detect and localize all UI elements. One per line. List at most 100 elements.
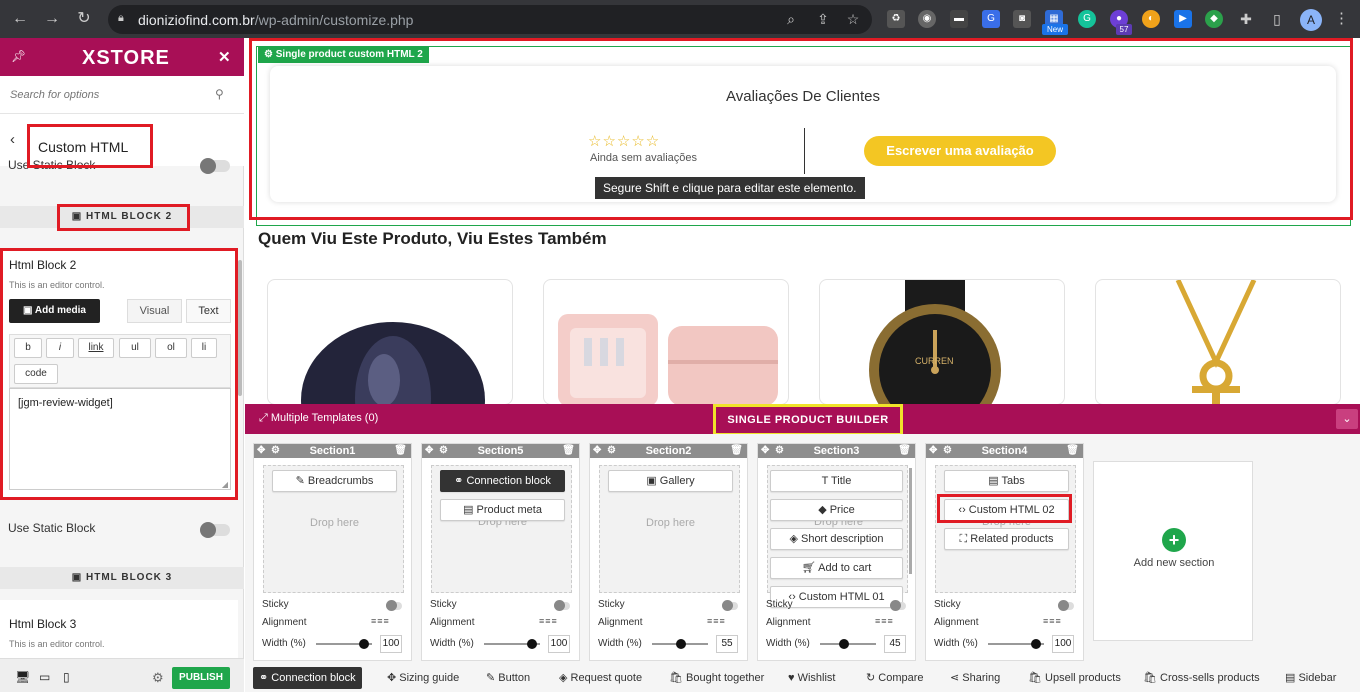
colorful-extension-icon[interactable]: ◆ <box>1205 10 1223 28</box>
trash-icon[interactable]: 🗑︎ <box>562 444 575 458</box>
width-input[interactable]: 100 <box>1052 635 1074 653</box>
sidepanel-icon[interactable]: ▯ <box>1268 10 1286 28</box>
video-extension-icon[interactable]: ▶ <box>1174 10 1192 28</box>
width-input[interactable]: 100 <box>548 635 570 653</box>
product-card-necklace[interactable] <box>1095 279 1341 405</box>
chat-extension-icon[interactable]: ▬ <box>950 10 968 28</box>
close-icon[interactable]: ✕ <box>218 48 231 66</box>
width-slider-knob[interactable] <box>358 639 369 649</box>
section-header[interactable]: ✥ ⚙ Section5 🗑︎ <box>422 444 579 458</box>
puzzle-extensions-icon[interactable]: ✚ <box>1237 10 1255 28</box>
width-slider-knob[interactable] <box>676 639 687 649</box>
footer-element-5[interactable]: ♥ Wishlist <box>782 667 841 689</box>
footer-element-9[interactable]: 🛍︎ Cross-sells products <box>1137 667 1266 689</box>
recycle-extension-icon[interactable]: ♻ <box>887 10 905 28</box>
pin-icon[interactable]: 📌︎ <box>11 49 26 63</box>
url-text[interactable]: dioniziofind.com.br/wp-admin/customize.p… <box>138 12 413 28</box>
desktop-preview-icon[interactable]: 🖥︎ <box>15 670 30 684</box>
builder-item[interactable]: ⚭ Connection block <box>440 470 565 492</box>
add-new-section-card[interactable]: + Add new section <box>1093 461 1253 641</box>
drop-zone[interactable]: Drop here ✎ Breadcrumbs <box>263 465 404 593</box>
footer-element-2[interactable]: ✎ Button <box>480 667 536 689</box>
menu-kebab-icon[interactable]: ⋮ <box>1334 9 1349 27</box>
move-icon[interactable]: ✥ <box>929 444 937 458</box>
footer-element-6[interactable]: ↻ Compare <box>860 667 930 689</box>
align-right-icon[interactable]: ≡ <box>1056 616 1062 626</box>
builder-item[interactable]: ⛶ Related products <box>944 528 1069 550</box>
builder-section-3[interactable]: ✥ ⚙ Section2 🗑︎ Drop here ▣ Gallery Sticky Alig… <box>589 443 748 661</box>
align-right-icon[interactable]: ≡ <box>720 616 726 626</box>
footer-element-4[interactable]: 🛍︎ Bought together <box>663 667 770 689</box>
gear-icon[interactable]: ⚙ <box>943 444 952 458</box>
align-right-icon[interactable]: ≡ <box>384 616 390 626</box>
section-header[interactable]: ✥ ⚙ Section2 🗑︎ <box>590 444 747 458</box>
trash-icon[interactable]: 🗑︎ <box>1066 444 1079 458</box>
sticky-toggle[interactable] <box>1058 600 1074 611</box>
trash-icon[interactable]: 🗑︎ <box>394 444 407 458</box>
footer-element-1[interactable]: ✥ Sizing guide <box>381 667 465 689</box>
drop-zone[interactable]: Drop here ▣ Gallery <box>599 465 740 593</box>
product-card-hat[interactable] <box>267 279 513 405</box>
width-slider-knob[interactable] <box>1030 639 1041 649</box>
footer-element-0[interactable]: ⚭ Connection block <box>253 667 362 689</box>
align-right-icon[interactable]: ≡ <box>552 616 558 626</box>
width-input[interactable]: 45 <box>884 635 906 653</box>
builder-section-2[interactable]: ✥ ⚙ Section5 🗑︎ Drop here ⚭ Connection block ▤… <box>421 443 580 661</box>
drop-zone[interactable]: Drop here ▤ Tabs ‹› Custom HTML 02 ⛶ Relate… <box>935 465 1076 593</box>
sticky-toggle[interactable] <box>722 600 738 611</box>
profile-avatar[interactable]: A <box>1300 9 1322 31</box>
builder-section-5[interactable]: ✥ ⚙ Section4 🗑︎ Drop here ▤ Tabs ‹› Custom HTM… <box>925 443 1084 661</box>
camera-extension-icon[interactable]: ◙ <box>1013 10 1031 28</box>
search-icon[interactable]: ⚲ <box>215 87 224 101</box>
share-icon[interactable]: ⇪ <box>814 11 832 29</box>
align-right-icon[interactable]: ≡ <box>888 616 894 626</box>
width-input[interactable]: 55 <box>716 635 738 653</box>
builder-item[interactable]: ▤ Tabs <box>944 470 1069 492</box>
globe-extension-icon[interactable]: ◉ <box>918 10 936 28</box>
builder-item[interactable]: ▣ Gallery <box>608 470 733 492</box>
width-slider-knob[interactable] <box>526 639 537 649</box>
alignment-icons[interactable]: ≡≡≡ <box>539 616 558 626</box>
alignment-icons[interactable]: ≡≡≡ <box>707 616 726 626</box>
search-options-input[interactable] <box>10 86 210 104</box>
sticky-toggle[interactable] <box>890 600 906 611</box>
mobile-preview-icon[interactable]: ▯ <box>63 670 70 684</box>
move-icon[interactable]: ✥ <box>761 444 769 458</box>
bookmark-star-icon[interactable]: ☆ <box>844 11 862 29</box>
section-header[interactable]: ✥ ⚙ Section4 🗑︎ <box>926 444 1083 458</box>
width-slider-knob[interactable] <box>838 639 849 649</box>
gear-icon[interactable]: ⚙ <box>271 444 280 458</box>
footer-element-7[interactable]: ⋖ Sharing <box>944 667 1006 689</box>
drop-zone[interactable]: Drop here ⚭ Connection block ▤ Product met… <box>431 465 572 593</box>
builder-section-4[interactable]: ✥ ⚙ Section3 🗑︎ Drop here T Title ◆ Price ◈ Sho… <box>757 443 916 661</box>
builder-item[interactable]: ▤ Product meta <box>440 499 565 521</box>
sticky-toggle[interactable] <box>554 600 570 611</box>
back-arrow-icon[interactable]: ← <box>10 9 30 29</box>
forward-arrow-icon[interactable]: → <box>42 9 62 29</box>
reload-icon[interactable]: ↻ <box>74 9 94 29</box>
builder-section-1[interactable]: ✥ ⚙ Section1 🗑︎ Drop here ✎ Breadcrumbs Sticky… <box>253 443 412 661</box>
builder-item[interactable]: 🛒︎ Add to cart <box>770 557 903 579</box>
address-bar[interactable]: 🔒︎ dioniziofind.com.br/wp-admin/customiz… <box>108 5 872 34</box>
publish-button[interactable]: PUBLISH <box>172 667 230 689</box>
move-icon[interactable]: ✥ <box>593 444 601 458</box>
move-icon[interactable]: ✥ <box>425 444 433 458</box>
static-block-top-toggle[interactable] <box>200 158 230 174</box>
footer-element-8[interactable]: 🛍︎ Upsell products <box>1022 667 1127 689</box>
tablet-preview-icon[interactable]: ▭ <box>39 670 50 684</box>
width-input[interactable]: 100 <box>380 635 402 653</box>
zoom-icon[interactable]: ⌕ <box>782 11 800 29</box>
section-header[interactable]: ✥ ⚙ Section1 🗑︎ <box>254 444 411 458</box>
sidebar-scrollbar[interactable] <box>238 260 242 396</box>
sticky-toggle[interactable] <box>386 600 402 611</box>
builder-item[interactable]: T Title <box>770 470 903 492</box>
builder-item[interactable]: ◈ Short description <box>770 528 903 550</box>
builder-item[interactable]: ✎ Breadcrumbs <box>272 470 397 492</box>
translate-extension-icon[interactable]: G <box>982 10 1000 28</box>
alignment-icons[interactable]: ≡≡≡ <box>371 616 390 626</box>
chevron-down-icon[interactable]: ⌄ <box>1336 409 1358 429</box>
grammarly-extension-icon[interactable]: G <box>1078 10 1096 28</box>
gear-icon[interactable]: ⚙ <box>775 444 784 458</box>
builder-item[interactable]: ◆ Price <box>770 499 903 521</box>
alignment-icons[interactable]: ≡≡≡ <box>1043 616 1062 626</box>
